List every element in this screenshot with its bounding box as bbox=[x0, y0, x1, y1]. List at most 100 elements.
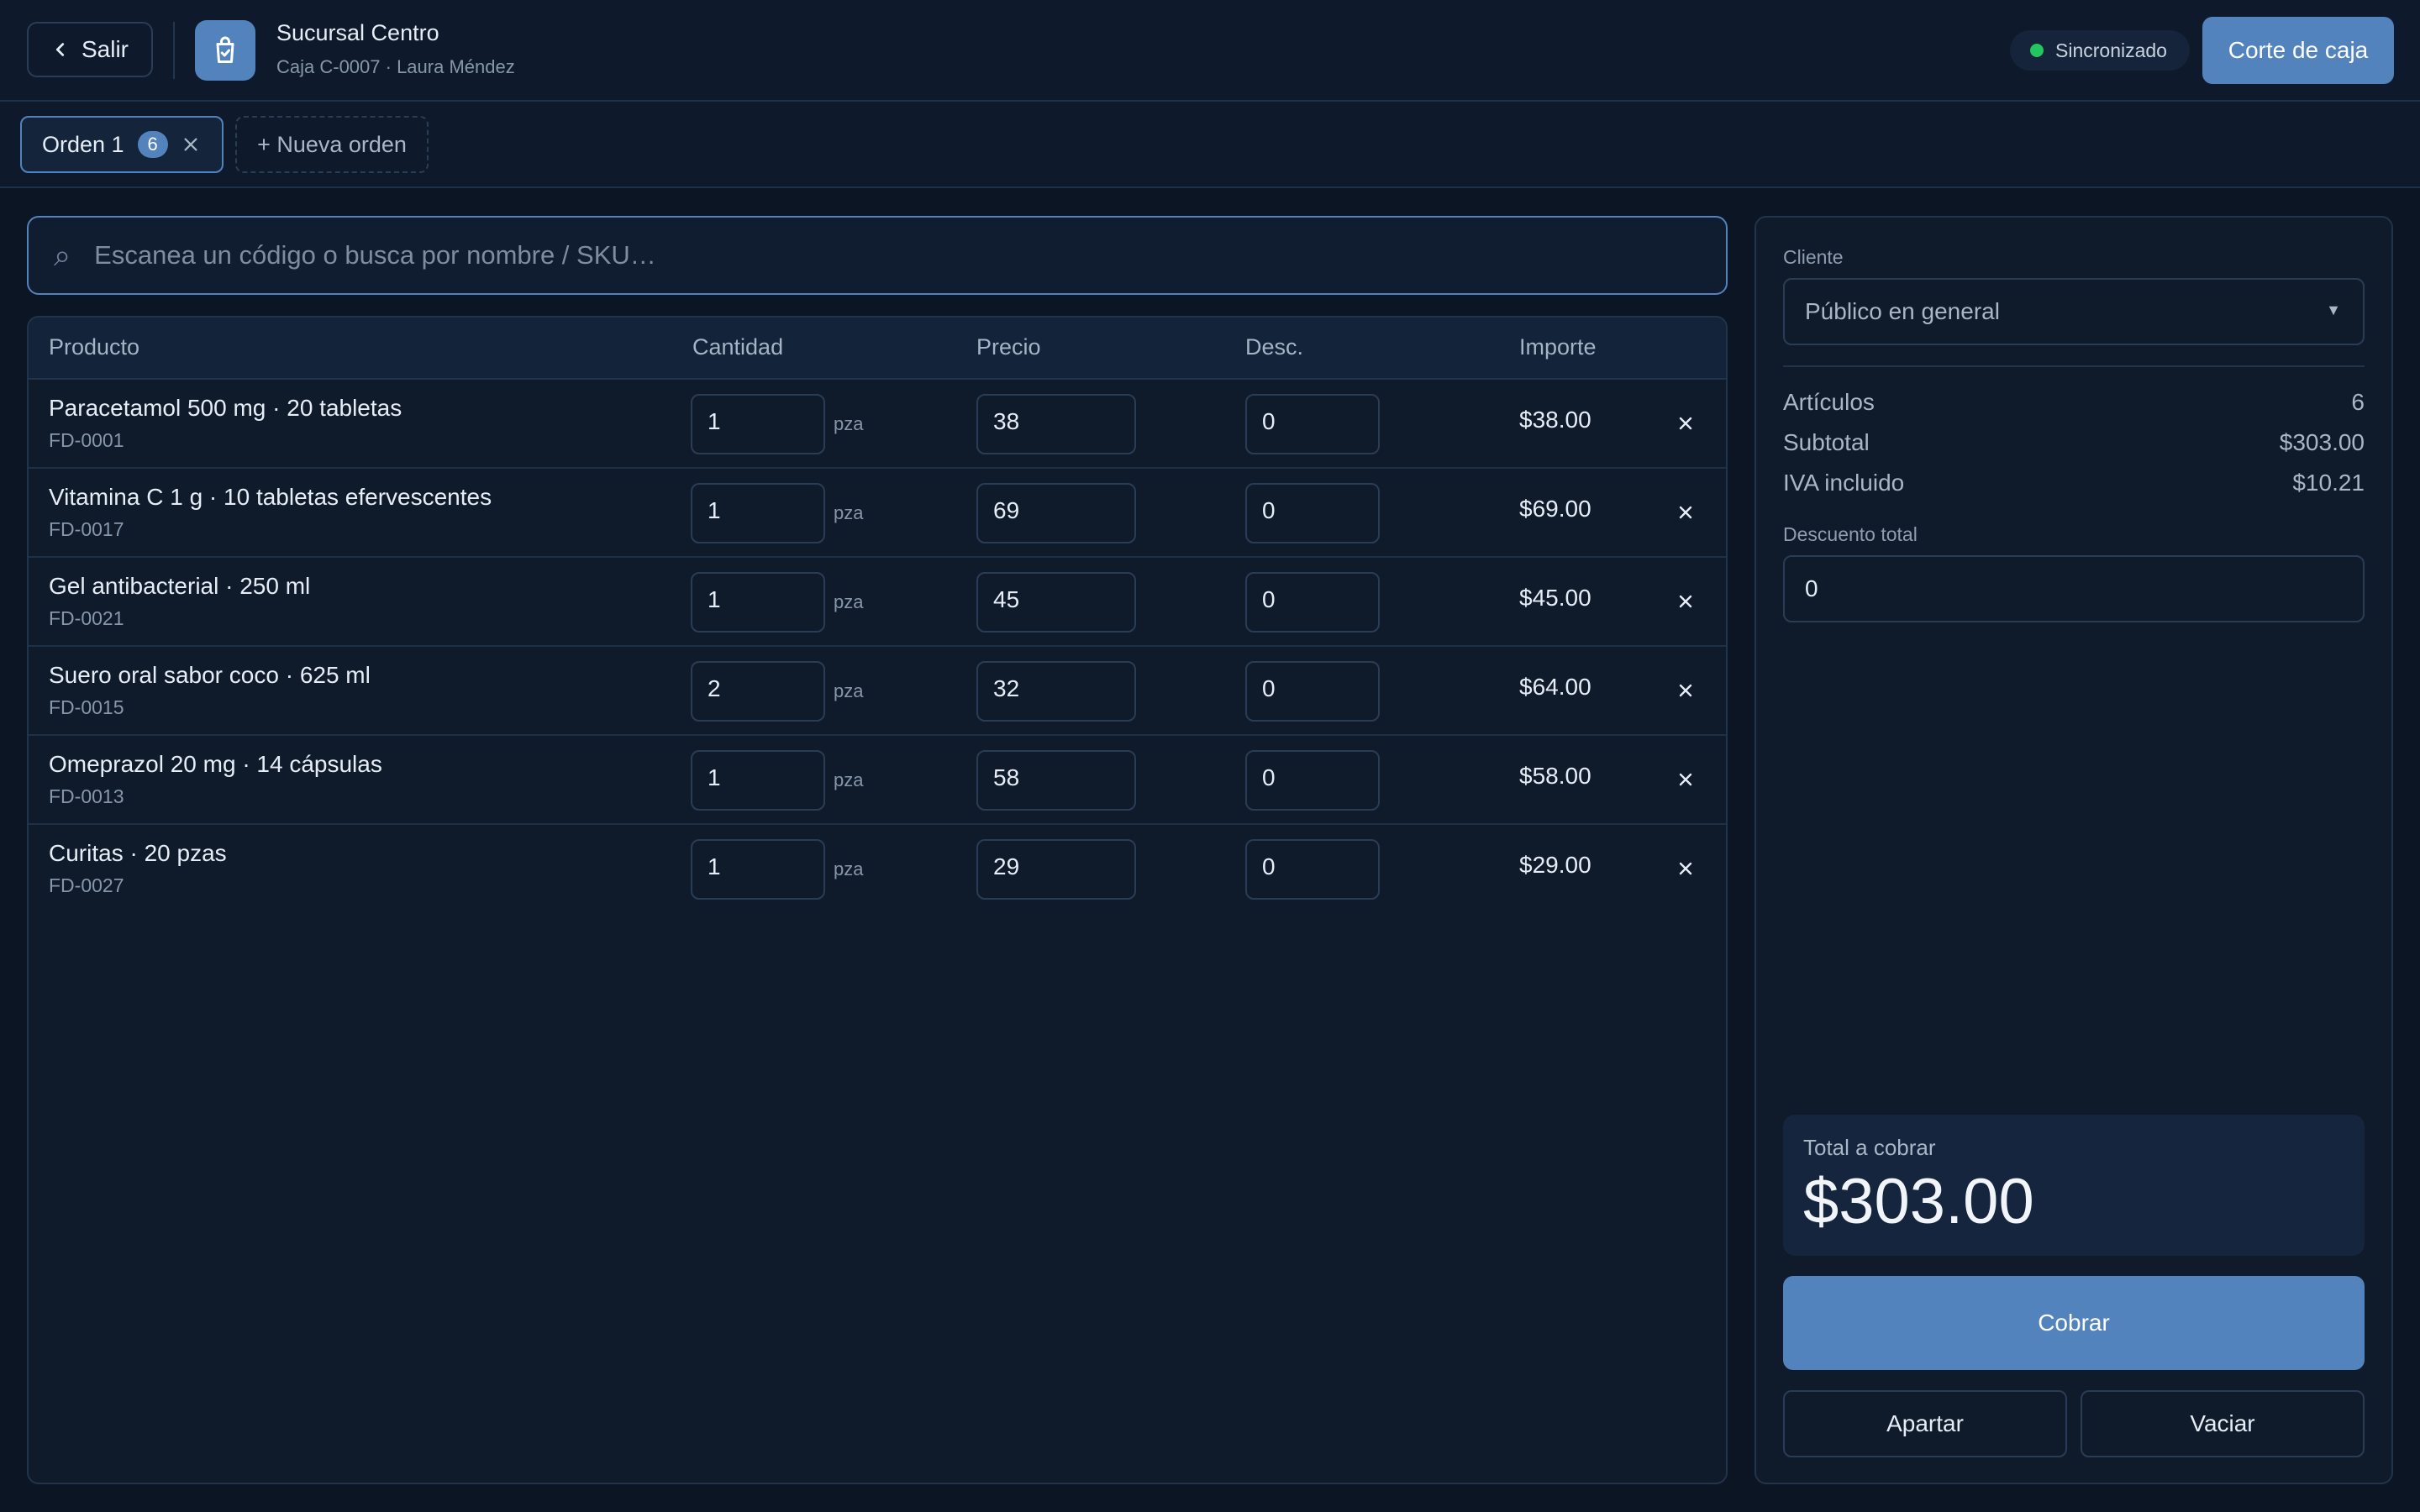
tab-order-1[interactable]: Orden 1 6 bbox=[20, 116, 224, 173]
product-name: Suero oral sabor coco · 625 ml bbox=[49, 662, 371, 688]
client-select-value: Público en general bbox=[1805, 298, 2000, 324]
order-tab-label: Orden 1 bbox=[42, 131, 124, 157]
subtotal-value: $303.00 bbox=[2279, 429, 2365, 455]
column-header-amount: Importe bbox=[1519, 334, 1597, 360]
line-amount: $64.00 bbox=[1519, 674, 1591, 700]
table-row: Curitas · 20 pzas FD-0027 1 pza 29 0 $29… bbox=[29, 825, 1726, 914]
quantity-field[interactable]: 1 bbox=[691, 483, 825, 543]
total-box: Total a cobrar $303.00 bbox=[1783, 1115, 2365, 1256]
column-header-quantity: Cantidad bbox=[692, 334, 784, 360]
quantity-field[interactable]: 1 bbox=[691, 394, 825, 454]
iva-value: $10.21 bbox=[2292, 470, 2365, 496]
subtotal-row: Subtotal $303.00 bbox=[1783, 429, 2365, 456]
new-order-button[interactable]: + Nueva orden bbox=[235, 116, 429, 173]
sync-status-badge: Sincronizado bbox=[2010, 30, 2190, 71]
price-field[interactable]: 32 bbox=[976, 661, 1136, 722]
table-row: Suero oral sabor coco · 625 ml FD-0015 2… bbox=[29, 647, 1726, 736]
unit-label: pza bbox=[834, 502, 864, 523]
product-name: Vitamina C 1 g · 10 tabletas efervescent… bbox=[49, 484, 492, 510]
panel-divider bbox=[1783, 365, 2365, 367]
articles-label: Artículos bbox=[1783, 389, 1875, 415]
product-sku: FD-0017 bbox=[49, 518, 124, 540]
search-icon: ⌕ bbox=[54, 238, 71, 272]
header-divider bbox=[173, 22, 175, 79]
store-name: Sucursal Centro bbox=[276, 20, 439, 45]
exit-button-label: Salir bbox=[81, 36, 129, 62]
column-header-product: Producto bbox=[49, 334, 140, 360]
line-amount: $69.00 bbox=[1519, 496, 1591, 522]
unit-label: pza bbox=[834, 591, 864, 612]
product-name: Gel antibacterial · 250 ml bbox=[49, 573, 311, 599]
unit-label: pza bbox=[834, 769, 864, 790]
order-item-count-badge: 6 bbox=[137, 131, 168, 158]
product-sku: FD-0013 bbox=[49, 785, 124, 807]
remove-item-icon[interactable] bbox=[1676, 502, 1696, 522]
remove-item-icon[interactable] bbox=[1676, 769, 1696, 790]
discount-field[interactable]: 0 bbox=[1245, 394, 1380, 454]
cart-table: Producto Cantidad Precio Desc. Importe P… bbox=[27, 316, 1728, 1484]
total-value: $303.00 bbox=[1803, 1166, 2034, 1237]
column-header-price: Precio bbox=[976, 334, 1041, 360]
client-select[interactable]: Público en general ▼ bbox=[1783, 278, 2365, 345]
exit-button[interactable]: Salir bbox=[27, 22, 153, 77]
discount-field[interactable]: 0 bbox=[1245, 572, 1380, 633]
product-sku: FD-0001 bbox=[49, 429, 124, 451]
product-sku: FD-0021 bbox=[49, 607, 124, 629]
price-field[interactable]: 45 bbox=[976, 572, 1136, 633]
line-amount: $38.00 bbox=[1519, 407, 1591, 433]
table-row: Omeprazol 20 mg · 14 cápsulas FD-0013 1 … bbox=[29, 736, 1726, 825]
hold-button[interactable]: Apartar bbox=[1783, 1390, 2067, 1457]
quantity-field[interactable]: 1 bbox=[691, 750, 825, 811]
client-label: Cliente bbox=[1783, 246, 1844, 268]
close-icon[interactable] bbox=[182, 135, 200, 154]
iva-label: IVA incluido bbox=[1783, 470, 1905, 496]
remove-item-icon[interactable] bbox=[1676, 413, 1696, 433]
column-header-discount: Desc. bbox=[1245, 334, 1304, 360]
table-row: Gel antibacterial · 250 ml FD-0021 1 pza… bbox=[29, 558, 1726, 647]
sync-status-label: Sincronizado bbox=[2055, 39, 2167, 61]
iva-row: IVA incluido $10.21 bbox=[1783, 470, 2365, 496]
unit-label: pza bbox=[834, 413, 864, 434]
line-amount: $45.00 bbox=[1519, 585, 1591, 611]
quantity-field[interactable]: 1 bbox=[691, 572, 825, 633]
product-name: Curitas · 20 pzas bbox=[49, 840, 227, 866]
remove-item-icon[interactable] bbox=[1676, 858, 1696, 879]
quantity-field[interactable]: 2 bbox=[691, 661, 825, 722]
product-name: Paracetamol 500 mg · 20 tabletas bbox=[49, 395, 402, 421]
table-row: Paracetamol 500 mg · 20 tabletas FD-0001… bbox=[29, 380, 1726, 469]
charge-button[interactable]: Cobrar bbox=[1783, 1276, 2365, 1370]
cash-cut-button[interactable]: Corte de caja bbox=[2202, 17, 2394, 84]
subtotal-label: Subtotal bbox=[1783, 429, 1870, 455]
line-amount: $29.00 bbox=[1519, 852, 1591, 878]
product-search-bar[interactable]: ⌕ bbox=[27, 216, 1728, 295]
articles-row: Artículos 6 bbox=[1783, 389, 2365, 416]
remove-item-icon[interactable] bbox=[1676, 680, 1696, 701]
discount-field[interactable]: 0 bbox=[1245, 661, 1380, 722]
discount-field[interactable]: 0 bbox=[1245, 483, 1380, 543]
shopping-bag-icon bbox=[195, 20, 255, 81]
price-field[interactable]: 58 bbox=[976, 750, 1136, 811]
checkout-panel: Cliente Público en general ▼ Artículos 6… bbox=[1754, 216, 2393, 1484]
top-header: Salir Sucursal Centro Caja C-0007 · Laur… bbox=[0, 0, 2420, 102]
order-tabs-bar: Orden 1 6 + Nueva orden bbox=[0, 102, 2420, 188]
caret-down-icon: ▼ bbox=[2326, 302, 2341, 318]
product-name: Omeprazol 20 mg · 14 cápsulas bbox=[49, 751, 382, 777]
price-field[interactable]: 69 bbox=[976, 483, 1136, 543]
total-discount-label: Descuento total bbox=[1783, 523, 1918, 545]
search-input[interactable] bbox=[94, 240, 1726, 270]
table-row: Vitamina C 1 g · 10 tabletas efervescent… bbox=[29, 469, 1726, 558]
total-discount-field[interactable]: 0 bbox=[1783, 555, 2365, 622]
remove-item-icon[interactable] bbox=[1676, 591, 1696, 612]
status-dot-icon bbox=[2030, 44, 2044, 57]
unit-label: pza bbox=[834, 858, 864, 879]
total-label: Total a cobrar bbox=[1803, 1135, 1936, 1160]
clear-cart-button[interactable]: Vaciar bbox=[2081, 1390, 2365, 1457]
price-field[interactable]: 38 bbox=[976, 394, 1136, 454]
quantity-field[interactable]: 1 bbox=[691, 839, 825, 900]
discount-field[interactable]: 0 bbox=[1245, 839, 1380, 900]
price-field[interactable]: 29 bbox=[976, 839, 1136, 900]
product-sku: FD-0027 bbox=[49, 874, 124, 896]
chevron-left-icon bbox=[55, 43, 65, 56]
discount-field[interactable]: 0 bbox=[1245, 750, 1380, 811]
table-header: Producto Cantidad Precio Desc. Importe bbox=[29, 318, 1726, 380]
